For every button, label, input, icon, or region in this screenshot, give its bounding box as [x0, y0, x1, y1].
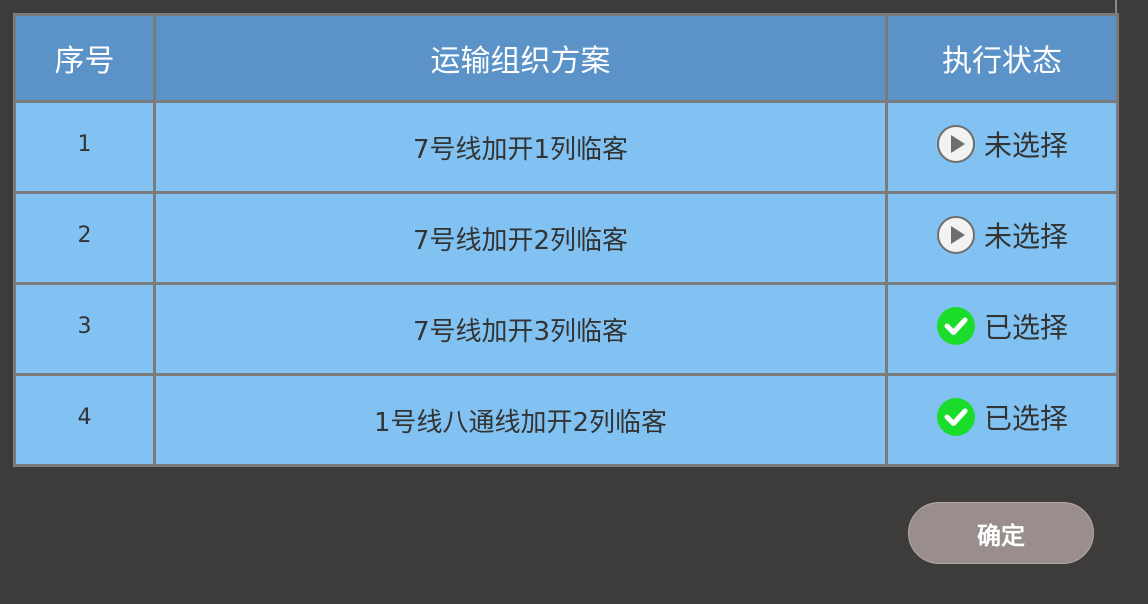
check-icon[interactable] [936, 306, 976, 346]
row-plan: 7号线加开3列临客 [153, 282, 888, 376]
status-toggle[interactable]: 未选择 [936, 124, 1068, 164]
confirm-button[interactable]: 确定 [908, 502, 1094, 564]
status-toggle[interactable]: 已选择 [936, 306, 1068, 346]
play-icon[interactable] [936, 215, 976, 255]
table-header-row: 序号 运输组织方案 执行状态 [13, 13, 1119, 103]
row-status-cell[interactable]: 未选择 [885, 100, 1119, 194]
transport-plan-table: 序号 运输组织方案 执行状态 1 7号线加开1列临客 未选择 2 7号线加开2列… [13, 13, 1119, 467]
table-row[interactable]: 4 1号线八通线加开2列临客 已选择 [13, 373, 1119, 467]
status-label: 已选择 [983, 310, 1068, 344]
status-label: 已选择 [983, 401, 1068, 435]
status-toggle[interactable]: 已选择 [936, 397, 1068, 437]
check-icon[interactable] [936, 397, 976, 437]
status-label: 未选择 [983, 128, 1068, 162]
header-status: 执行状态 [885, 13, 1119, 103]
row-plan: 7号线加开1列临客 [153, 100, 888, 194]
row-plan: 7号线加开2列临客 [153, 191, 888, 285]
row-index: 1 [13, 100, 156, 194]
row-status-cell[interactable]: 未选择 [885, 191, 1119, 285]
row-plan: 1号线八通线加开2列临客 [153, 373, 888, 467]
table-row[interactable]: 1 7号线加开1列临客 未选择 [13, 100, 1119, 194]
header-plan: 运输组织方案 [153, 13, 888, 103]
play-icon[interactable] [936, 124, 976, 164]
row-status-cell[interactable]: 已选择 [885, 373, 1119, 467]
row-index: 4 [13, 373, 156, 467]
header-index: 序号 [13, 13, 156, 103]
status-label: 未选择 [983, 219, 1068, 253]
row-index: 2 [13, 191, 156, 285]
table-row[interactable]: 3 7号线加开3列临客 已选择 [13, 282, 1119, 376]
status-toggle[interactable]: 未选择 [936, 215, 1068, 255]
table-row[interactable]: 2 7号线加开2列临客 未选择 [13, 191, 1119, 285]
row-status-cell[interactable]: 已选择 [885, 282, 1119, 376]
row-index: 3 [13, 282, 156, 376]
